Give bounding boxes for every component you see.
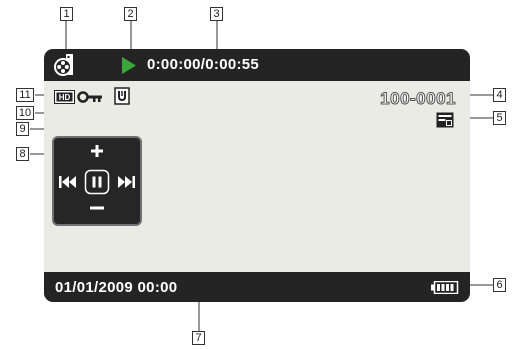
callout-6: 6 [493,278,506,292]
battery-icon [431,281,459,294]
callout-2: 2 [124,7,137,21]
callout-8: 8 [16,147,29,161]
callout-1: 1 [60,7,73,21]
movie-mode-icon [54,54,73,76]
callout-4: 4 [493,88,506,102]
top-status-bar: 0:00:00/0:00:55 [44,49,470,81]
volume-up-icon[interactable] [89,144,105,158]
pause-icon[interactable] [84,169,110,195]
callout-9: 9 [16,122,29,136]
hd-quality-icon: HD [54,90,75,104]
svg-text:HD: HD [59,93,71,102]
playback-control-panel [52,136,142,226]
play-icon [122,57,136,74]
file-number: 100-0001 [380,89,456,109]
protect-key-icon [77,91,102,103]
slideshow-icon [436,112,454,128]
callout-5: 5 [493,111,506,125]
playback-screen: 0:00:00/0:00:55 HD 100-0001 01/01/2009 0… [44,49,470,302]
callout-3: 3 [210,7,223,21]
bottom-status-bar: 01/01/2009 00:00 [44,272,470,302]
callout-11: 11 [16,88,34,102]
date-time: 01/01/2009 00:00 [55,279,178,296]
time-counter: 0:00:00/0:00:55 [147,56,260,73]
callout-10: 10 [16,106,34,120]
skip-back-icon[interactable] [59,175,77,189]
protect-status-icon [114,87,130,105]
callout-7: 7 [192,331,205,345]
skip-forward-icon[interactable] [117,175,135,189]
volume-down-icon[interactable] [89,205,105,211]
